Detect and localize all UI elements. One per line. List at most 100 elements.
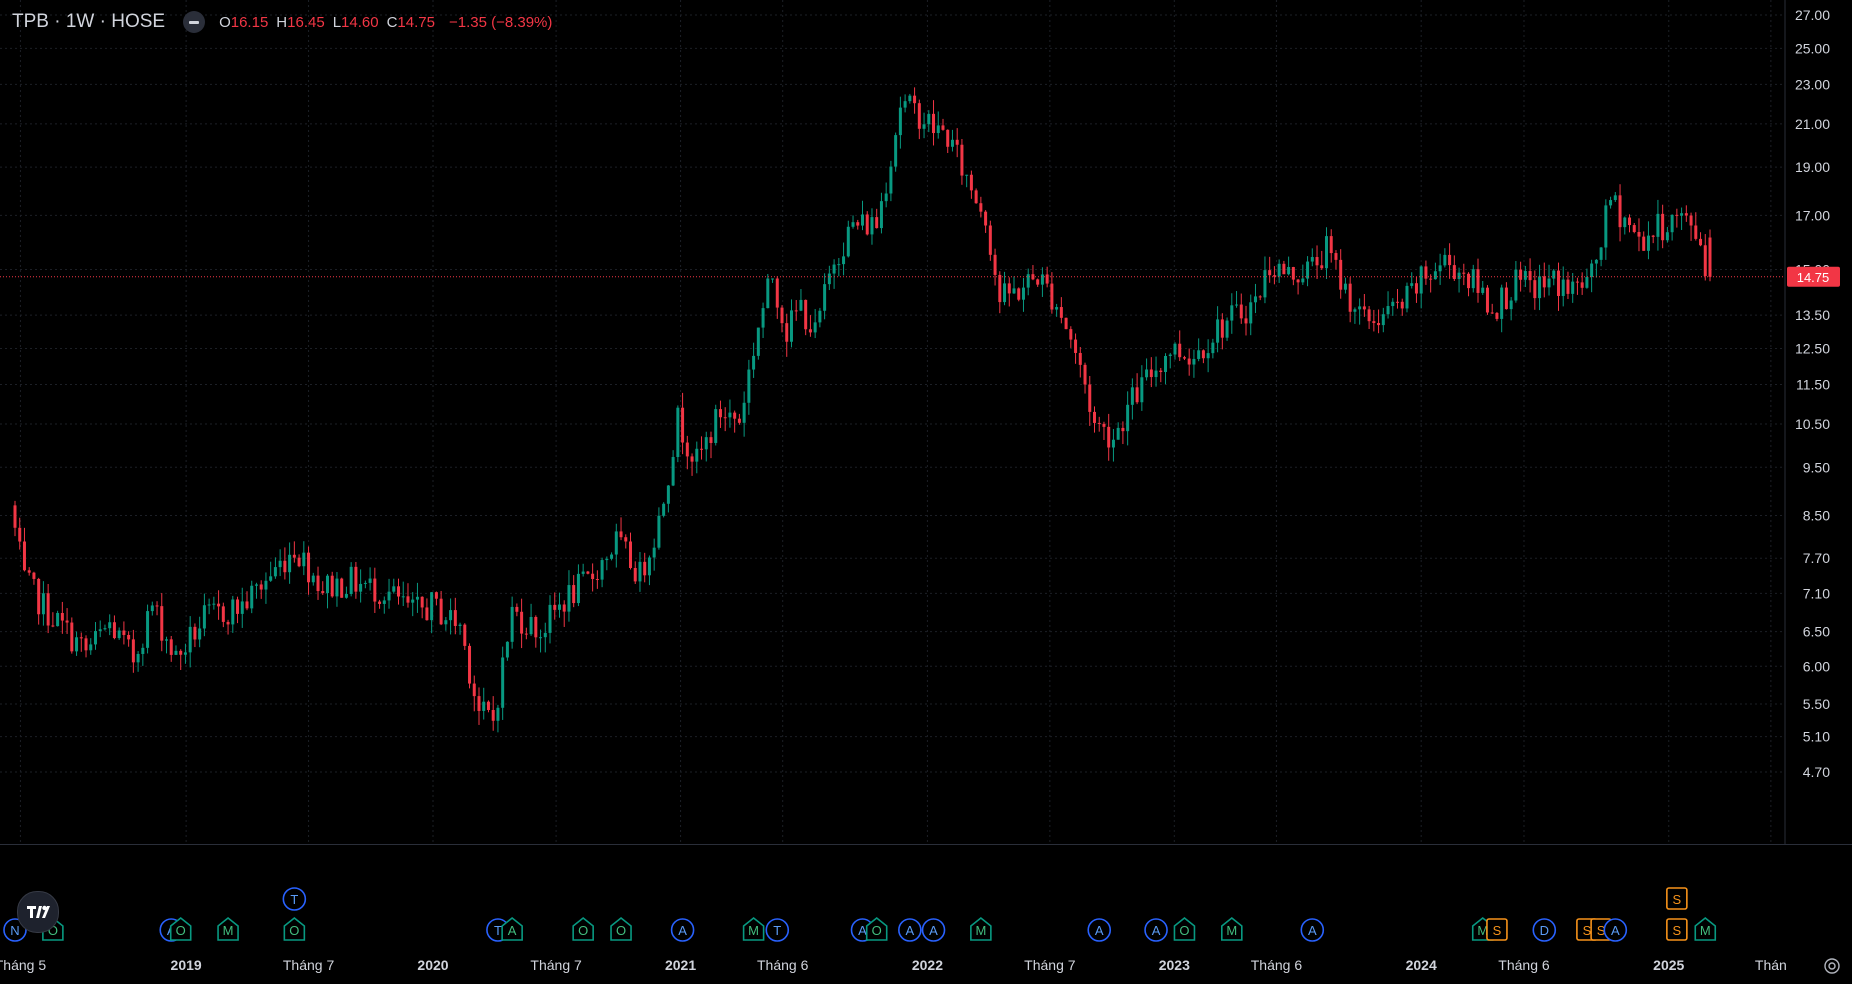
event-badge-label: M <box>1226 923 1237 938</box>
price-tick-label: 8.50 <box>1803 507 1830 523</box>
candle-body <box>733 412 737 419</box>
candle-body <box>520 611 524 634</box>
event-badge-label: M <box>223 923 234 938</box>
event-marker-S[interactable]: S <box>1486 918 1508 941</box>
candle-body <box>363 582 367 584</box>
candle-body <box>297 557 301 567</box>
time-tick-label: 2019 <box>171 957 202 973</box>
candle-body <box>1092 411 1096 423</box>
candle-body <box>217 603 221 607</box>
candle-body <box>136 653 140 663</box>
candle-body <box>1699 238 1703 246</box>
candle-body <box>638 561 642 582</box>
event-marker-A[interactable]: A <box>1087 918 1112 942</box>
time-tick-label: Tháng 6 <box>1498 957 1550 973</box>
candle-body <box>737 418 741 423</box>
event-marker-D[interactable]: D <box>1532 918 1557 942</box>
tradingview-logo-icon[interactable] <box>17 891 59 933</box>
candle-body <box>818 310 822 323</box>
candle-body <box>1258 296 1262 298</box>
candle-body <box>747 369 751 403</box>
price-chart[interactable]: 4.70 5.10 5.50 6.00 6.50 7.10 7.70 8.50 9.50 10.5… <box>0 0 1852 984</box>
candle-body <box>1490 312 1494 314</box>
event-badge-label: O <box>289 923 299 938</box>
candle-body <box>823 284 827 311</box>
candle-body <box>837 264 841 266</box>
candle-body <box>1287 267 1291 275</box>
candle-body <box>889 166 893 194</box>
candle-body <box>960 144 964 176</box>
candle-body <box>250 585 254 609</box>
candle-body <box>1173 343 1177 355</box>
candle-body <box>1083 364 1087 385</box>
candle-body <box>1348 283 1352 312</box>
event-marker-T[interactable]: T <box>282 887 307 911</box>
event-badge-label: D <box>1540 923 1549 938</box>
candle-body <box>1197 350 1201 359</box>
candle-body <box>1216 319 1220 343</box>
event-marker-A[interactable]: A <box>921 918 946 942</box>
candle-body <box>359 583 363 592</box>
candle-body <box>458 624 462 626</box>
candle-body <box>288 554 292 573</box>
event-marker-T[interactable]: T <box>765 918 790 942</box>
candle-body <box>932 113 936 134</box>
event-badge-label: A <box>1308 923 1317 938</box>
candle-body <box>1235 304 1239 306</box>
candle-body <box>1646 235 1650 251</box>
candle-body <box>1040 274 1044 285</box>
price-tick-label: 10.50 <box>1795 416 1830 432</box>
candle-body <box>491 709 495 721</box>
gear-icon[interactable] <box>1822 956 1842 976</box>
candle-body <box>259 584 263 590</box>
candle-body <box>13 505 17 528</box>
candle-body <box>1036 279 1040 285</box>
candle-body <box>1244 318 1248 324</box>
symbol-title[interactable]: TPB · 1W · HOSE <box>12 11 165 33</box>
candle-body <box>32 572 36 579</box>
event-marker-S[interactable]: S <box>1666 887 1688 910</box>
event-badge-label: S <box>1583 923 1592 938</box>
candle-body <box>1362 306 1366 310</box>
candle-body <box>117 630 121 639</box>
event-badge-label: N <box>10 923 19 938</box>
event-marker-A[interactable]: A <box>1300 918 1325 942</box>
event-marker-A[interactable]: A <box>1144 918 1168 942</box>
candle-body <box>349 566 353 595</box>
candle-body <box>141 647 145 654</box>
price-tick-label: 11.50 <box>1796 377 1830 393</box>
event-marker-A[interactable]: A <box>670 918 695 942</box>
candle-body <box>1414 283 1418 294</box>
time-tick-label: Tháng 7 <box>283 957 335 973</box>
candle-body <box>1225 320 1229 338</box>
candle-body <box>1111 439 1115 448</box>
price-tick-label: 21.00 <box>1795 116 1830 132</box>
candle-body <box>984 211 988 226</box>
event-marker-S[interactable]: S <box>1666 918 1688 941</box>
candle-body <box>411 599 415 603</box>
candle-body <box>1064 317 1068 330</box>
hide-legend-button[interactable] <box>183 11 206 33</box>
candle-body <box>1566 279 1570 294</box>
candle-body <box>1609 200 1613 206</box>
candle-body <box>1684 213 1688 216</box>
candle-body <box>183 652 187 655</box>
candle-body <box>813 322 817 333</box>
candle-body <box>581 571 585 574</box>
candle-body <box>482 701 486 711</box>
event-marker-A[interactable]: A <box>1603 918 1628 942</box>
candle-body <box>539 637 543 639</box>
candle-body <box>1107 426 1111 448</box>
candle-body <box>1367 309 1371 322</box>
candle-body <box>1410 283 1414 286</box>
candle-body <box>486 701 490 710</box>
price-tick-label: 13.50 <box>1795 307 1830 323</box>
time-tick-label: Tháng 7 <box>530 957 582 973</box>
time-tick-label: Thán <box>1755 957 1787 973</box>
candle-body <box>780 307 784 324</box>
candle-body <box>690 456 694 462</box>
event-badge-label: S <box>1493 923 1502 938</box>
candle-body <box>633 568 637 582</box>
candle-body <box>709 437 713 443</box>
event-marker-A[interactable]: A <box>898 918 922 942</box>
